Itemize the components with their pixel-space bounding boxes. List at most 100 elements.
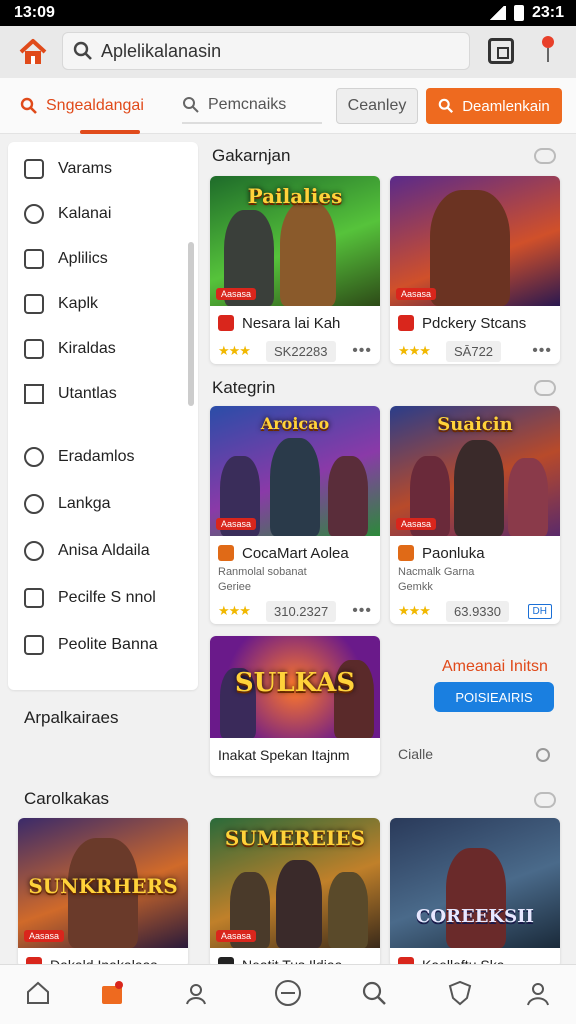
promo-panel: Ameanai Initsn POISIEAIRIS Cialle bbox=[390, 636, 562, 776]
game-thumbnail: SULKAS bbox=[210, 636, 380, 738]
sidebar-item-0[interactable]: Varams bbox=[24, 154, 112, 184]
game-card[interactable]: Aasasa Pdckery Stcans ★★★ SĀ722 ••• bbox=[390, 176, 560, 364]
status-battery: 23:1 bbox=[531, 4, 564, 21]
game-card[interactable]: SUMEREIES Aasasa Neatit Tus Ildiaa bbox=[210, 818, 380, 968]
game-logo-text: Suaicin bbox=[437, 414, 513, 435]
sidebar-item-6[interactable]: Eradamlos bbox=[24, 442, 134, 472]
more-icon[interactable] bbox=[534, 148, 556, 164]
game-thumbnail: SUMEREIES Aasasa bbox=[210, 818, 380, 948]
game-thumbnail: SUNKRHERS Aasasa bbox=[18, 818, 188, 948]
game-icon bbox=[218, 545, 234, 561]
bottom-nav bbox=[0, 964, 576, 1024]
character-figure bbox=[446, 848, 506, 948]
nav-home[interactable] bbox=[24, 979, 52, 1007]
game-thumbnail: Aasasa bbox=[390, 176, 560, 306]
character-figure bbox=[280, 202, 336, 306]
game-thumbnail: Pailalies Aasasa bbox=[210, 176, 380, 306]
sidebar-item-label: Pecilfe S nnol bbox=[58, 589, 156, 606]
section-title-top: Gakarnjan bbox=[212, 146, 291, 165]
game-logo-text: COREEKSII bbox=[416, 906, 534, 927]
nav-explore[interactable] bbox=[274, 979, 302, 1007]
more-icon[interactable] bbox=[534, 792, 556, 808]
sidebar-item-label: Varams bbox=[58, 160, 112, 177]
sidebar: Varams Kalanai Aplilics Kaplk Kiraldas U… bbox=[8, 142, 198, 690]
game-logo-text: Aroicao bbox=[260, 414, 330, 433]
cloud-icon bbox=[24, 588, 44, 608]
game-genre: Geriee bbox=[218, 581, 252, 593]
more-options-icon[interactable]: ••• bbox=[352, 602, 372, 620]
top-bar bbox=[0, 26, 576, 78]
search-bar[interactable] bbox=[62, 32, 470, 70]
tab-primary[interactable]: Sngealdangai bbox=[20, 88, 170, 134]
sidebar-item-10[interactable]: Peolite Banna bbox=[24, 630, 158, 660]
nav-profile[interactable] bbox=[184, 979, 212, 1007]
sidebar-item-2[interactable]: Aplilics bbox=[24, 244, 108, 274]
sidebar-item-1[interactable]: Kalanai bbox=[24, 199, 111, 229]
download-button[interactable]: Deamlenkain bbox=[426, 88, 562, 124]
game-logo-text: SULKAS bbox=[234, 668, 356, 698]
game-thumbnail: COREEKSII bbox=[390, 818, 560, 948]
game-badge: Aasasa bbox=[216, 518, 257, 530]
promo-button[interactable]: POISIEAIRIS bbox=[434, 682, 554, 712]
promo-caption: Cialle bbox=[398, 746, 434, 762]
rating-stars: ★★★ bbox=[398, 603, 431, 618]
notification-button[interactable] bbox=[540, 34, 556, 68]
search-input[interactable] bbox=[101, 40, 441, 62]
sidebar-scrollbar[interactable] bbox=[188, 242, 194, 406]
sidebar-item-4[interactable]: Kiraldas bbox=[24, 334, 116, 364]
game-badge: Aasasa bbox=[216, 930, 257, 942]
game-icon bbox=[218, 315, 234, 331]
shield-icon bbox=[448, 980, 472, 1006]
game-card[interactable]: Pailalies Aasasa Nesara lai Kah ★★★ SK22… bbox=[210, 176, 380, 364]
sidebar-item-8[interactable]: Anisa Aldaila bbox=[24, 536, 150, 566]
game-logo-text: Pailalies bbox=[247, 184, 343, 208]
game-icon bbox=[398, 315, 414, 331]
sidebar-item-3[interactable]: Kaplk bbox=[24, 289, 98, 319]
character-figure bbox=[276, 860, 322, 948]
download-count: SĀ722 bbox=[446, 340, 502, 362]
status-time: 13:09 bbox=[14, 4, 55, 21]
app-icon bbox=[24, 249, 44, 269]
nav-search[interactable] bbox=[360, 979, 388, 1007]
game-card[interactable]: Aroicao Aasasa CocaMart Aolea Ranmolal s… bbox=[210, 406, 380, 624]
promo-card[interactable]: SULKAS Inakat Spekan Itajnm bbox=[210, 636, 380, 776]
home-button[interactable] bbox=[14, 34, 52, 70]
sidebar-item-label: Aplilics bbox=[58, 250, 108, 267]
tab-third[interactable]: Ceanley bbox=[336, 88, 418, 124]
game-badge: Aasasa bbox=[216, 288, 257, 300]
game-thumbnail: Aroicao Aasasa bbox=[210, 406, 380, 536]
more-icon[interactable] bbox=[534, 380, 556, 396]
radio-icon[interactable] bbox=[536, 748, 550, 762]
character-figure bbox=[328, 872, 368, 948]
sidebar-item-9[interactable]: Pecilfe S nnol bbox=[24, 583, 156, 613]
battery-icon bbox=[513, 5, 524, 21]
sidebar-item-label: Utantlas bbox=[58, 385, 117, 402]
nav-account[interactable] bbox=[524, 979, 552, 1007]
tag-badge: DH bbox=[527, 603, 552, 619]
rating-stars: ★★★ bbox=[218, 343, 251, 358]
download-count: SK22283 bbox=[266, 340, 336, 362]
download-count: 310.2327 bbox=[266, 600, 337, 622]
compass-icon bbox=[275, 980, 301, 1006]
search-icon bbox=[438, 98, 454, 114]
search-icon bbox=[20, 97, 37, 114]
game-subtitle: Nacmalk Garna bbox=[398, 566, 475, 578]
search-icon bbox=[183, 97, 199, 113]
nav-shield[interactable] bbox=[446, 979, 474, 1007]
more-options-icon[interactable]: ••• bbox=[352, 342, 372, 360]
wifi-icon bbox=[487, 6, 506, 20]
game-card[interactable]: Suaicin Aasasa Paonluka Nacmalk Garna Ge… bbox=[390, 406, 560, 624]
tab-secondary[interactable]: Pemcnaiks bbox=[182, 88, 322, 124]
location-icon bbox=[24, 494, 44, 514]
home-icon bbox=[27, 981, 49, 1004]
game-card[interactable]: COREEKSII Kaelleftu Ska bbox=[390, 818, 560, 968]
nav-store[interactable] bbox=[98, 979, 126, 1007]
game-card[interactable]: SUNKRHERS Aasasa Dakald Inakalaas bbox=[18, 818, 188, 968]
status-bar: 13:09 23:1 bbox=[0, 0, 576, 26]
grid-icon bbox=[24, 159, 44, 179]
sidebar-item-5[interactable]: Utantlas bbox=[24, 379, 117, 409]
rating-stars: ★★★ bbox=[398, 343, 431, 358]
more-options-icon[interactable]: ••• bbox=[532, 342, 552, 360]
sidebar-item-7[interactable]: Lankga bbox=[24, 489, 111, 519]
scan-button[interactable] bbox=[488, 38, 514, 64]
